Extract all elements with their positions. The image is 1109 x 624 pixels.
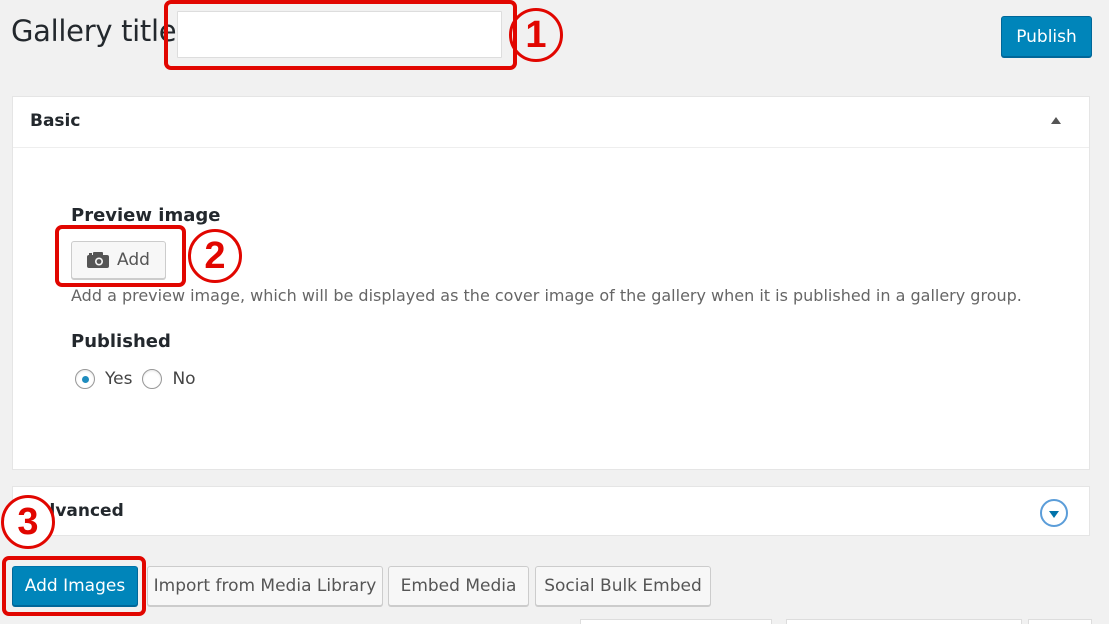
circle-caret-down-icon[interactable] (1040, 499, 1068, 527)
import-media-library-button[interactable]: Import from Media Library (147, 566, 383, 606)
embed-media-button[interactable]: Embed Media (388, 566, 529, 606)
bottom-control-2[interactable] (786, 619, 1022, 624)
add-preview-image-button[interactable]: Add (71, 241, 166, 279)
published-yes-radio[interactable] (75, 369, 95, 389)
radio-selected-dot (81, 375, 89, 383)
callout-number-3: 3 (1, 495, 55, 549)
basic-panel: Basic Preview image Add Add a preview im… (12, 96, 1090, 470)
publish-button[interactable]: Publish (1001, 16, 1092, 57)
published-no-radio[interactable] (142, 369, 163, 389)
advanced-panel[interactable]: Advanced (12, 486, 1090, 536)
add-images-button[interactable]: Add Images (12, 566, 138, 606)
preview-image-label: Preview image (71, 205, 221, 226)
bottom-control-1[interactable] (580, 619, 772, 624)
published-label: Published (71, 331, 171, 352)
gallery-title-input[interactable] (177, 11, 502, 58)
preview-image-help-text: Add a preview image, which will be displ… (71, 286, 1022, 305)
callout-number-2: 2 (188, 229, 242, 283)
gallery-title-label: Gallery title (11, 14, 177, 48)
callout-number-1: 1 (509, 8, 563, 62)
basic-panel-header[interactable]: Basic (13, 97, 1089, 148)
add-button-label: Add (117, 250, 150, 270)
caret-up-icon[interactable] (1051, 117, 1061, 124)
basic-panel-title: Basic (30, 111, 81, 131)
published-radio-group: Yes No (75, 369, 206, 389)
published-no-label[interactable]: No (172, 369, 195, 389)
published-yes-label[interactable]: Yes (105, 369, 132, 389)
camera-icon (87, 252, 110, 268)
social-bulk-embed-button[interactable]: Social Bulk Embed (535, 566, 711, 606)
bottom-control-3[interactable] (1028, 619, 1092, 624)
